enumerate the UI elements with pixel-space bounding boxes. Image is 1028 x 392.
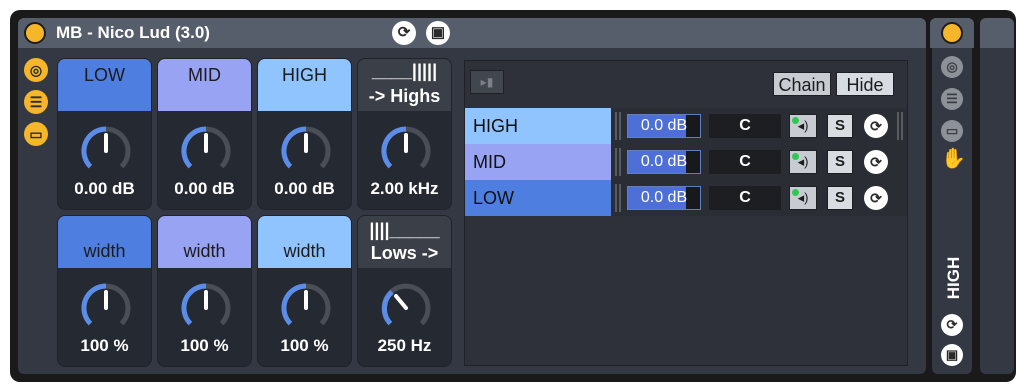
high-gain-knob[interactable] [280,125,332,177]
hot-swap-icon[interactable]: ⟳ [864,150,888,174]
chain-row-low[interactable]: LOW 0.0 dB C ◂) S ⟳ [465,180,907,216]
low-crossover-graphic: ||||_____ [369,220,440,240]
mid-width-label: width [158,216,251,268]
low-width-knob[interactable] [80,282,132,334]
chain-volume[interactable]: 0.0 dB [627,114,701,138]
hot-swap-icon[interactable]: ⟳ [864,186,888,210]
low-width-label: width [58,216,151,268]
auto-select-icon[interactable]: ▸▮ [470,70,504,94]
low-crossover-knob-cell[interactable]: ||||_____ Lows -> 250 Hz [357,215,452,367]
hot-swap-icon[interactable]: ⟳ [392,21,416,45]
high-crossover-label: -> Highs [368,86,441,106]
chain-pan[interactable]: C [709,186,781,210]
low-width-knob-cell[interactable]: width 100 % [57,215,152,367]
chain-volume[interactable]: 0.0 dB [627,186,701,210]
mid-gain-value: 0.00 dB [174,179,235,198]
high-crossover-header: ____||||| -> Highs [358,59,451,111]
chain-grip[interactable] [615,112,621,140]
low-gain-value: 0.00 dB [74,179,135,198]
speaker-icon[interactable]: ◂) [789,186,817,210]
speaker-icon[interactable]: ◂) [789,150,817,174]
chain-volume-value: 0.0 dB [640,117,688,134]
high-width-knob-cell[interactable]: width 100 % [257,215,352,367]
low-crossover-label: Lows -> [370,243,439,263]
device-view-icon[interactable]: ▭ [941,120,963,142]
chain-grip[interactable] [615,148,621,176]
chain-list-icon[interactable]: ☰ [24,90,48,114]
title-bar[interactable]: MB - Nico Lud (3.0) ⟳ ▣ [18,18,926,48]
mid-label: MID [158,59,251,111]
mid-width-knob-cell[interactable]: width 100 % [157,215,252,367]
chain-volume-value: 0.0 dB [640,153,688,170]
chain-pan[interactable]: C [709,150,781,174]
mid-width-knob[interactable] [180,282,232,334]
next-device-strip [980,18,1014,374]
chain-grip-right[interactable] [897,112,903,140]
low-gain-knob-cell[interactable]: LOW 0.00 dB [57,58,152,210]
save-preset-icon[interactable]: ▣ [941,344,963,366]
hand-drag-icon[interactable]: ✋ [941,148,966,170]
mid-width-value: 100 % [180,336,229,355]
high-crossover-knob-cell[interactable]: ____||||| -> Highs 2.00 kHz [357,58,452,210]
speaker-icon[interactable]: ◂) [789,114,817,138]
chain-name: LOW [465,180,611,216]
high-gain-value: 0.00 dB [274,179,335,198]
hide-button[interactable]: Hide [836,72,894,96]
multiband-rack-device: MB - Nico Lud (3.0) ⟳ ▣ ◎ ☰ ▭ LOW 0.00 d… [18,18,926,374]
save-preset-icon[interactable]: ▣ [426,21,450,45]
low-crossover-knob[interactable] [380,282,432,334]
chain-volume[interactable]: 0.0 dB [627,150,701,174]
high-crossover-value: 2.00 kHz [370,179,439,198]
chain-row-high[interactable]: HIGH 0.0 dB C ◂) S ⟳ [465,108,907,144]
chain-list-icon[interactable]: ☰ [941,88,963,110]
device-title: MB - Nico Lud (3.0) [56,23,210,42]
high-crossover-graphic: ____||||| [371,61,438,81]
low-crossover-header: ||||_____ Lows -> [358,216,451,268]
high-label: HIGH [258,59,351,111]
chain-grip[interactable] [615,184,621,212]
mid-gain-knob-cell[interactable]: MID 0.00 dB [157,58,252,210]
hot-swap-icon[interactable]: ⟳ [941,314,963,336]
solo-button[interactable]: S [827,150,853,174]
macro-view-icon[interactable]: ◎ [24,58,48,82]
low-width-value: 100 % [80,336,129,355]
device-power-button[interactable] [24,22,46,44]
mid-gain-knob[interactable] [180,125,232,177]
chain-volume-value: 0.0 dB [640,189,688,206]
chain-pan[interactable]: C [709,114,781,138]
high-width-value: 100 % [280,336,329,355]
high-crossover-knob[interactable] [380,125,432,177]
high-width-label: width [258,216,351,268]
hot-swap-icon[interactable]: ⟳ [864,114,888,138]
high-gain-knob-cell[interactable]: HIGH 0.00 dB [257,58,352,210]
solo-button[interactable]: S [827,114,853,138]
chain-power-button[interactable] [941,22,963,44]
high-width-knob[interactable] [280,282,332,334]
low-gain-knob[interactable] [80,125,132,177]
device-view-icon[interactable]: ▭ [24,122,48,146]
chain-row-mid[interactable]: MID 0.0 dB C ◂) S ⟳ [465,144,907,180]
chain-name: MID [465,144,611,180]
low-crossover-value: 250 Hz [377,336,432,355]
macro-view-icon[interactable]: ◎ [941,56,963,78]
next-device-title-bar [980,18,1014,48]
chain-button[interactable]: Chain [773,72,831,96]
solo-button[interactable]: S [827,186,853,210]
low-label: LOW [58,59,151,111]
chain-name: HIGH [465,108,611,144]
selected-chain-label: HIGH [944,256,963,300]
